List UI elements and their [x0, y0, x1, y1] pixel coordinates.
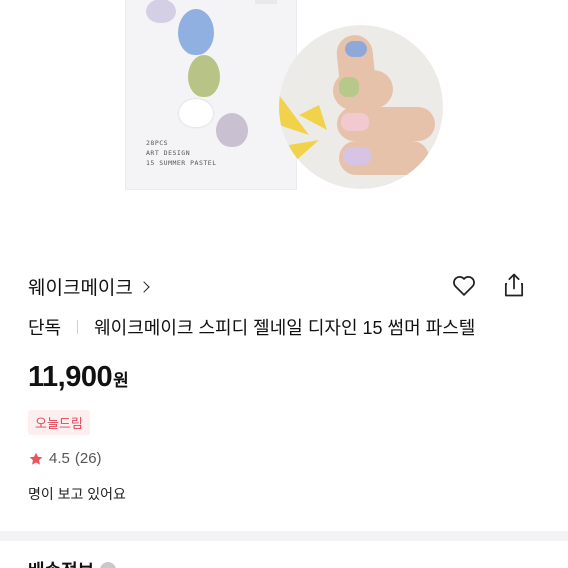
heart-icon — [453, 276, 475, 296]
finger-nail-blue — [345, 41, 367, 57]
viewers-text: 명이 보고 있어요 — [28, 486, 126, 502]
shipping-section-title: 배송정보 — [28, 557, 117, 568]
price-unit: 원 — [113, 371, 129, 390]
title-separator — [77, 320, 79, 334]
package-text: 28PCS ART DESIGN 15 SUMMER PASTEL — [146, 139, 217, 167]
nail-lilac — [146, 0, 176, 23]
section-divider — [0, 531, 568, 541]
info-icon[interactable] — [100, 562, 117, 568]
share-button[interactable] — [500, 271, 528, 299]
product-title-row: 단독 웨이크메이크 스피디 젤네일 디자인 15 썸머 파스텔 — [28, 314, 475, 340]
package-tab — [255, 0, 277, 4]
finger-nail-green — [339, 77, 359, 97]
nail-white — [179, 99, 213, 127]
review-count: (26) — [74, 450, 102, 467]
price-value: 11,900 — [28, 361, 113, 393]
like-button[interactable] — [450, 271, 478, 299]
delivery-badge: 오늘드림 — [28, 410, 90, 435]
brand-link[interactable]: 웨이크메이크 — [28, 273, 150, 300]
brand-name: 웨이크메이크 — [28, 278, 133, 299]
product-image-area[interactable]: 28PCS ART DESIGN 15 SUMMER PASTEL — [0, 0, 568, 240]
rating-score: 4.5 — [49, 450, 70, 467]
star-icon — [29, 452, 43, 465]
finger-nail-lilac — [343, 147, 371, 165]
chevron-right-icon — [138, 280, 150, 293]
nail-blue — [178, 9, 214, 55]
price: 11,900 원 — [28, 361, 129, 394]
exclusive-tag: 단독 — [28, 318, 62, 338]
product-title: 웨이크메이크 스피디 젤네일 디자인 15 썸머 파스텔 — [94, 318, 476, 338]
rating[interactable]: 4.5 (26) — [28, 450, 102, 467]
finger-nail-pink — [341, 113, 369, 131]
sun-motif — [279, 95, 327, 165]
brand-row: 웨이크메이크 — [28, 273, 548, 301]
shipping-title-text: 배송정보 — [28, 557, 94, 568]
nail-green — [188, 55, 220, 97]
share-icon — [504, 273, 524, 297]
hand-photo — [279, 25, 443, 189]
nail-mauve — [216, 113, 248, 147]
